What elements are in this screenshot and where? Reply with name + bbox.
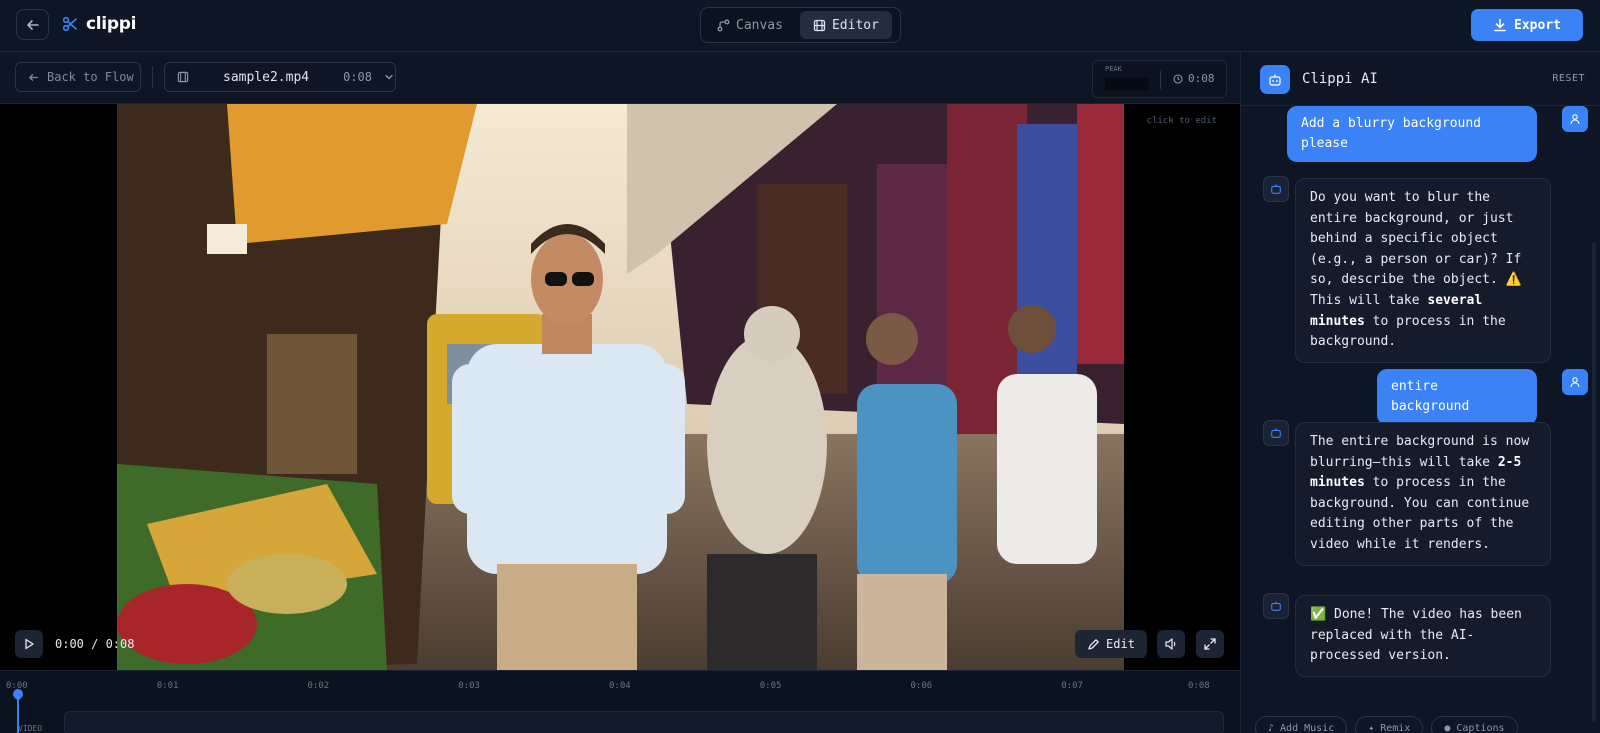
- tab-canvas[interactable]: Canvas: [704, 11, 796, 39]
- robot-icon: [1271, 601, 1281, 611]
- chip-label: Remix: [1380, 722, 1411, 733]
- chat-message-bot: ✅ Done! The video has been replaced with…: [1295, 595, 1551, 677]
- assistant-title: Clippi AI: [1302, 71, 1378, 87]
- scissors-icon: [62, 16, 77, 32]
- peak-divider: [1160, 71, 1161, 89]
- duration-readout: 0:08: [1173, 72, 1215, 85]
- chat-message-user: Add a blurry background please: [1287, 106, 1537, 162]
- back-button[interactable]: [16, 9, 49, 40]
- chip-remix[interactable]: ✦ Remix: [1355, 716, 1424, 733]
- user-avatar: [1562, 369, 1588, 395]
- user-icon: [1570, 377, 1580, 388]
- toolbar-divider: [152, 66, 153, 88]
- film-icon: [813, 19, 826, 31]
- fullscreen-button[interactable]: [1196, 630, 1224, 658]
- tab-editor-label: Editor: [831, 17, 879, 33]
- chip-label: Captions: [1456, 722, 1505, 733]
- bot-avatar: [1263, 176, 1289, 202]
- arrow-left-icon: [28, 73, 38, 81]
- duration-text: 0:08: [1188, 72, 1215, 85]
- chat-message-bot: The entire background is now blurring—th…: [1295, 422, 1551, 566]
- chat-scrollbar[interactable]: [1592, 242, 1596, 722]
- peak-label: PEAK: [1105, 65, 1122, 73]
- chevron-down-icon: [385, 74, 393, 80]
- bot-icon: [1260, 65, 1290, 94]
- robot-icon: [1271, 428, 1281, 438]
- arrow-left-icon: [26, 19, 39, 30]
- edit-label: Edit: [1106, 637, 1135, 651]
- sparkle-icon: ✦: [1368, 722, 1375, 733]
- timeline-tick: 0:06: [910, 681, 933, 691]
- reset-button[interactable]: RESET: [1552, 73, 1585, 84]
- back-to-flow-button[interactable]: Back to Flow: [15, 62, 141, 92]
- chat-message-user: entire background: [1377, 369, 1537, 425]
- pencil-icon: [1088, 638, 1099, 650]
- timeline-tick: 0:03: [458, 681, 480, 691]
- editor-toolbar: Back to Flow sample2.mp4 0:08 PEAK 0:08: [0, 52, 1240, 104]
- video-preview-image: [117, 104, 1124, 670]
- play-icon: [25, 638, 34, 650]
- workflow-icon: [717, 19, 730, 31]
- assistant-header: Clippi AI RESET: [1241, 52, 1600, 106]
- timeline-tick: 0:05: [759, 681, 782, 691]
- suggestion-chips: ♪ Add Music ✦ Remix ● Captions: [1255, 716, 1518, 733]
- timeline-tick: 0:08: [1188, 681, 1210, 691]
- bot-avatar: [1263, 593, 1289, 619]
- app-name: clippi: [86, 14, 137, 34]
- timeline[interactable]: 0:00 0:01 0:02 0:03 0:04 0:05 0:06 0:07 0:08 VID…: [0, 670, 1240, 733]
- click-to-edit-hint: click to edit: [1146, 116, 1217, 126]
- expand-icon: [1204, 638, 1216, 650]
- chat-message-bot: Do you want to blur the entire backgroun…: [1295, 178, 1551, 363]
- track-label: VIDEO: [18, 724, 43, 733]
- play-button[interactable]: [15, 630, 43, 658]
- caption-icon: ●: [1444, 722, 1451, 733]
- timeline-tick: 0:07: [1061, 681, 1083, 691]
- video-frame[interactable]: [117, 104, 1124, 670]
- message-text: Add a blurry background please: [1301, 116, 1482, 151]
- music-icon: ♪: [1268, 722, 1275, 733]
- message-text: ✅ Done! The video has been replaced with…: [1310, 607, 1522, 664]
- timeline-tick: 0:01: [156, 681, 179, 691]
- chip-captions[interactable]: ● Captions: [1431, 716, 1518, 733]
- tab-canvas-label: Canvas: [736, 17, 783, 33]
- video-stage: click to edit 0:00 / 0:08 Edit: [0, 104, 1240, 670]
- user-avatar: [1562, 106, 1588, 132]
- export-button[interactable]: Export: [1471, 9, 1583, 41]
- video-track[interactable]: [64, 711, 1224, 733]
- file-name: sample2.mp4: [223, 69, 310, 85]
- clock-icon: [1173, 73, 1183, 84]
- robot-icon: [1269, 74, 1281, 86]
- ai-assistant-panel: Clippi AI RESET Add a blurry background …: [1240, 52, 1600, 733]
- film-icon: [177, 71, 189, 83]
- volume-icon: [1165, 638, 1176, 650]
- message-text: The entire background is now blurring—th…: [1310, 434, 1530, 470]
- peak-meter: PEAK 0:08: [1092, 60, 1227, 98]
- file-duration: 0:08: [343, 70, 372, 84]
- playback-time: 0:00 / 0:08: [55, 637, 135, 651]
- mode-switch: Canvas Editor: [700, 7, 901, 43]
- chip-label: Add Music: [1280, 722, 1335, 733]
- edit-button[interactable]: Edit: [1075, 630, 1147, 658]
- timeline-tick: 0:02: [307, 681, 330, 691]
- peak-level-bar: [1105, 77, 1149, 91]
- robot-icon: [1271, 184, 1281, 194]
- chip-add-music[interactable]: ♪ Add Music: [1255, 716, 1348, 733]
- export-label: Export: [1514, 17, 1561, 33]
- message-text: Do you want to blur the entire backgroun…: [1310, 190, 1522, 308]
- download-icon: [1494, 18, 1506, 32]
- file-select[interactable]: sample2.mp4 0:08: [164, 62, 396, 92]
- tab-editor[interactable]: Editor: [799, 11, 892, 39]
- user-icon: [1570, 114, 1580, 125]
- bot-avatar: [1263, 420, 1289, 446]
- top-bar: clippi Canvas Editor Export: [0, 0, 1600, 52]
- timeline-tick: 0:04: [609, 681, 631, 691]
- back-to-flow-label: Back to Flow: [47, 70, 134, 84]
- message-text: entire background: [1391, 379, 1470, 414]
- volume-button[interactable]: [1157, 630, 1185, 658]
- app-logo: clippi: [62, 14, 136, 34]
